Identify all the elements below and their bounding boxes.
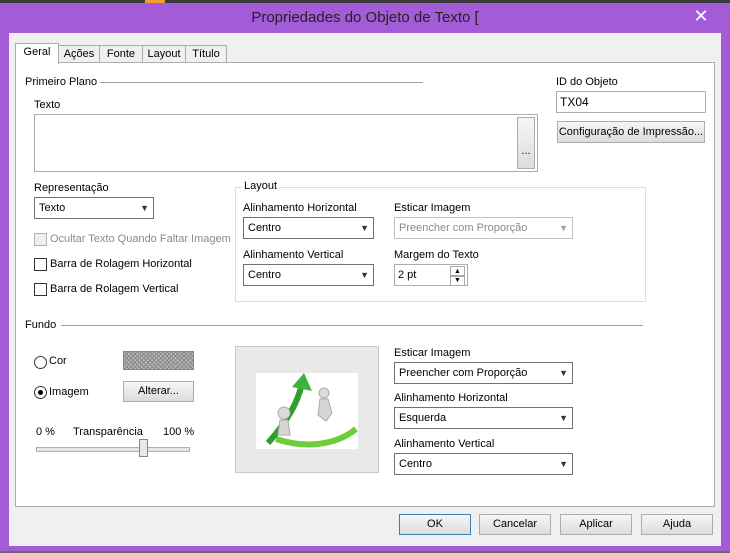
dialog-window: Propriedades do Objeto de Texto [ ✕ Gera… bbox=[0, 3, 730, 551]
apply-button[interactable]: Aplicar bbox=[560, 514, 632, 535]
imagem-radio[interactable] bbox=[34, 386, 47, 399]
chevron-down-icon: ▼ bbox=[559, 223, 568, 233]
layout-stretch-label: Esticar Imagem bbox=[394, 202, 471, 214]
layout-align-v-select[interactable]: Centro ▼ bbox=[243, 264, 374, 286]
layout-stretch-select[interactable]: Preencher com Proporção ▼ bbox=[394, 217, 573, 239]
transparency-max-label: 100 % bbox=[163, 426, 195, 438]
growth-arrow-head bbox=[292, 373, 312, 391]
margin-value: 2 pt bbox=[398, 269, 417, 281]
representacao-select[interactable]: Texto ▼ bbox=[34, 197, 154, 219]
vscroll-checkbox[interactable] bbox=[34, 283, 47, 296]
texto-label: Texto bbox=[34, 99, 61, 111]
chevron-down-icon: ▼ bbox=[559, 368, 568, 378]
fundo-divider bbox=[61, 325, 643, 326]
transparency-label: Transparência bbox=[73, 426, 143, 438]
transparency-slider-thumb[interactable] bbox=[139, 439, 148, 457]
hscroll-checkbox[interactable] bbox=[34, 258, 47, 271]
chevron-down-icon: ▼ bbox=[559, 413, 568, 423]
help-button[interactable]: Ajuda bbox=[641, 514, 713, 535]
object-id-input[interactable]: TX04 bbox=[556, 91, 706, 113]
fundo-align-v-select[interactable]: Centro ▼ bbox=[394, 453, 573, 475]
tab-titulo[interactable]: Título bbox=[185, 45, 227, 63]
title-bar: Propriedades do Objeto de Texto [ ✕ bbox=[0, 3, 730, 33]
spin-down-icon[interactable]: ▼ bbox=[450, 275, 465, 286]
layout-align-h-select[interactable]: Centro ▼ bbox=[243, 217, 374, 239]
representacao-value: Texto bbox=[39, 202, 66, 214]
primeiro-plano-divider bbox=[100, 82, 423, 83]
representacao-label: Representação bbox=[34, 182, 109, 194]
fundo-align-h-label: Alinhamento Horizontal bbox=[394, 392, 508, 404]
figure-body-2 bbox=[317, 398, 333, 422]
alterar-button[interactable]: Alterar... bbox=[123, 381, 194, 402]
hide-text-label: Ocultar Texto Quando Faltar Imagem bbox=[50, 233, 231, 245]
texto-expression-button[interactable]: ... bbox=[517, 117, 535, 169]
margin-label: Margem do Texto bbox=[394, 249, 479, 261]
geral-panel: Primeiro Plano Texto ... ID do Objeto TX… bbox=[15, 62, 715, 507]
close-icon: ✕ bbox=[693, 6, 709, 26]
fundo-label: Fundo bbox=[25, 319, 57, 331]
chevron-down-icon: ▼ bbox=[360, 223, 369, 233]
figure-body-1 bbox=[277, 419, 291, 436]
fundo-align-h-select[interactable]: Esquerda ▼ bbox=[394, 407, 573, 429]
chevron-down-icon: ▼ bbox=[559, 459, 568, 469]
chevron-down-icon: ▼ bbox=[140, 203, 149, 213]
vscroll-label: Barra de Rolagem Vertical bbox=[50, 283, 179, 295]
tab-fonte[interactable]: Fonte bbox=[99, 45, 143, 63]
background-image-preview bbox=[256, 373, 358, 449]
close-button[interactable]: ✕ bbox=[680, 5, 722, 27]
fundo-align-v-label: Alinhamento Vertical bbox=[394, 438, 495, 450]
fundo-align-h-value: Esquerda bbox=[399, 412, 447, 424]
layout-stretch-value: Preencher com Proporção bbox=[399, 222, 528, 234]
layout-align-v-value: Centro bbox=[248, 269, 282, 281]
hide-text-checkbox[interactable] bbox=[34, 233, 47, 246]
object-id-label: ID do Objeto bbox=[556, 76, 618, 88]
hscroll-label: Barra de Rolagem Horizontal bbox=[50, 258, 192, 270]
dialog-title: Propriedades do Objeto de Texto [ bbox=[251, 9, 479, 26]
print-settings-button[interactable]: Configuração de Impressão... bbox=[557, 121, 705, 143]
layout-align-h-value: Centro bbox=[248, 222, 282, 234]
cor-label: Cor bbox=[49, 355, 67, 367]
fundo-stretch-select[interactable]: Preencher com Proporção ▼ bbox=[394, 362, 573, 384]
color-swatch[interactable] bbox=[123, 351, 194, 370]
layout-align-h-label: Alinhamento Horizontal bbox=[243, 202, 357, 214]
cor-radio[interactable] bbox=[34, 356, 47, 369]
transparency-slider-track[interactable] bbox=[36, 439, 190, 457]
primeiro-plano-label: Primeiro Plano bbox=[25, 76, 98, 88]
fundo-stretch-label: Esticar Imagem bbox=[394, 347, 471, 359]
fundo-stretch-value: Preencher com Proporção bbox=[399, 367, 528, 379]
figure-head-1 bbox=[277, 406, 291, 420]
tab-acoes[interactable]: Ações bbox=[58, 45, 100, 63]
fundo-align-v-value: Centro bbox=[399, 458, 433, 470]
dialog-client: Geral Ações Fonte Layout Título Primeiro… bbox=[9, 33, 721, 546]
radio-selected-dot bbox=[38, 390, 43, 395]
image-preview-frame bbox=[235, 346, 379, 473]
cancel-button[interactable]: Cancelar bbox=[479, 514, 551, 535]
imagem-label: Imagem bbox=[49, 386, 89, 398]
tab-geral[interactable]: Geral bbox=[15, 43, 59, 64]
transparency-min-label: 0 % bbox=[36, 426, 55, 438]
figure-head-2 bbox=[318, 387, 330, 399]
layout-group-label: Layout bbox=[242, 180, 280, 192]
ok-button[interactable]: OK bbox=[399, 514, 471, 535]
layout-align-v-label: Alinhamento Vertical bbox=[243, 249, 344, 261]
texto-textarea[interactable]: ... bbox=[34, 114, 538, 172]
margin-input[interactable]: 2 pt ▲ ▼ bbox=[394, 264, 468, 286]
chevron-down-icon: ▼ bbox=[360, 270, 369, 280]
tab-layout[interactable]: Layout bbox=[142, 45, 186, 63]
